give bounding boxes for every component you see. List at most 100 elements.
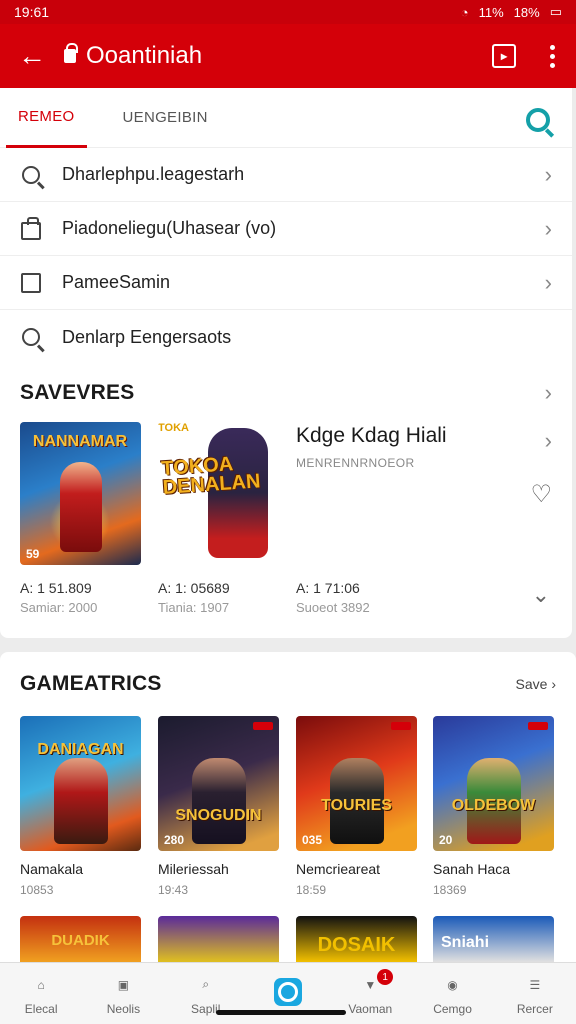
nav-item-rercer[interactable]: ☰ Rercer [494,963,576,1024]
game-logo: DANIAGAN [37,741,124,758]
game-badge: 20 [439,833,453,847]
dots-icon [549,44,555,68]
profile-icon: ◉ [447,977,458,992]
nav-label: Elecal [24,1001,58,1016]
see-all-label: Save [515,676,548,692]
square-icon [20,272,42,294]
game-meta: 18:59 [296,883,327,897]
game-badge: 280 [164,833,185,847]
tab-uengeibin[interactable]: UENGEIBIN [123,88,208,148]
status-time: 19:61 [14,4,50,20]
search-icon [20,164,42,186]
game-meta: 10853 [20,883,54,897]
nav-label: Rercer [516,1001,553,1016]
game-meta: 18369 [433,883,467,897]
discover-icon [273,977,302,1006]
stat-secondary: Samiar: 2000 [20,600,98,615]
game-name: Mileriessah [158,861,229,877]
game-name: Sanah Haca [433,861,511,877]
stat-primary: A: 1 71:06 [296,580,360,596]
chevron-right-icon[interactable]: › [545,428,552,454]
thumbnail-logo: TOKOA DENALAN [160,453,262,500]
featured-name[interactable]: Kdge Kdag Hiali [296,424,556,448]
featured-thumbnail[interactable]: NANNAMAR 59 [20,422,141,565]
notification-badge: 1 [377,969,394,985]
search-row-label: Denlarp Eengersaots [62,326,232,347]
game-thumbnail: SNOGUDIN 280 [158,716,279,851]
stat-primary: A: 1 51.809 [20,580,92,596]
nav-item-neolis[interactable]: ▣ Neolis [82,963,164,1024]
featured-thumbnail[interactable]: TOKA TOKOA DENALAN [158,422,279,565]
nav-label: Neolis [106,1001,141,1016]
game-name: Namakala [20,861,84,877]
see-all-link[interactable]: Save › [516,676,556,692]
game-card[interactable]: DANIAGAN Namakala 10853 [20,716,141,897]
battery-percent: 18% [513,4,540,20]
lock-icon [64,43,78,63]
stat-primary: A: 1: 05689 [158,580,230,596]
featured-subtitle: MENRENNRNOEOR [296,456,415,470]
featured-row: NANNAMAR 59 TOKA TOKOA DENALAN Kdge Kdag… [0,422,572,622]
thumbnail-tag: TOKA [158,422,189,434]
stat-secondary: Suoeot 3892 [296,600,370,615]
game-card[interactable]: TOURIES 035 Nemcrieareat 18:59 [296,716,417,897]
tab-remeo[interactable]: REMEO [6,88,87,148]
nav-label: Vaoman [348,1001,393,1016]
chevron-right-icon: › [544,215,552,241]
section-title: GAMEATRICS [20,672,162,695]
box-button[interactable]: ▸ [480,32,528,80]
game-thumbnail-partial[interactable]: DOSAIK [296,916,417,962]
heart-icon[interactable]: ♡ [530,480,552,509]
search-row[interactable]: Denlarp Eengersaots [0,310,572,364]
game-thumbnail-partial[interactable]: Sniahi [433,916,554,962]
search-row-label: Dharlephpu.leagestarh [62,164,245,184]
games-row-partial: DUADIK DOSAIK Sniahi [0,916,576,962]
nav-label: Cemgo [433,1001,472,1016]
game-thumbnail: TOURIES 035 [296,716,417,851]
game-thumbnail: DANIAGAN [20,716,141,851]
game-logo: SNOGUDIN [175,807,262,824]
game-logo: DUADIK [51,932,110,949]
app-bar: ← Ooantiniah ▸ [0,24,576,88]
stat-secondary: Tiania: 1907 [158,600,230,615]
game-card[interactable]: SNOGUDIN 280 Mileriessah 19:43 [158,716,279,897]
game-thumbnail-partial[interactable] [158,916,279,962]
game-card[interactable]: OLDEBOW 20 Sanah Haca 18369 [433,716,554,897]
search-icon: ⌕ [202,977,210,991]
box-icon: ▸ [492,44,516,68]
featured-header: SAVEVRES › [0,364,572,422]
overflow-menu-button[interactable] [528,32,576,80]
stat-group: A: 1 51.809 Samiar: 2000 [20,580,97,615]
chevron-right-icon[interactable]: › [545,380,552,406]
game-badge: 035 [302,833,323,847]
game-meta: 19:43 [158,883,189,897]
wifi-icon: ◔ [460,4,469,20]
nav-item-elecal[interactable]: ⌂ Elecal [0,963,82,1024]
chevron-right-icon: › [544,269,552,295]
thumbnail-badge: 59 [26,547,40,561]
game-logo: OLDEBOW [451,797,536,814]
game-logo: TOURIES [321,797,392,814]
battery-icon: ▭ [549,4,562,19]
game-thumbnail-partial[interactable]: DUADIK [20,916,141,962]
search-row[interactable]: Piadoneliegu(Uhasear (vo) › [0,202,572,256]
search-row[interactable]: PameeSamin › [0,256,572,310]
stat-group: A: 1: 05689 Tiania: 1907 [158,580,230,615]
game-name: Nemcrieareat [296,861,381,877]
tab-bar: REMEO UENGEIBIN [0,88,572,148]
search-icon [20,326,42,348]
thumbnail-title: NANNAMAR [32,433,128,450]
search-row[interactable]: Dharlephpu.leagestarh › [0,148,572,202]
game-thumbnail: OLDEBOW 20 [433,716,554,851]
search-row-label: PameeSamin [62,272,171,292]
back-arrow-icon[interactable]: ← [0,24,64,88]
bag-icon [20,216,42,240]
search-row-label: Piadoneliegu(Uhasear (vo) [62,218,277,238]
search-icon[interactable] [526,108,550,132]
stat-group: A: 1 71:06 Suoeot 3892 [296,580,370,615]
home-indicator [216,1010,346,1015]
game-logo: Sniahi [441,934,490,951]
chevron-down-icon[interactable]: ⌄ [532,582,550,608]
nav-item-cemgo[interactable]: ◉ Cemgo [411,963,493,1024]
briefcase-icon: ▣ [117,977,130,992]
